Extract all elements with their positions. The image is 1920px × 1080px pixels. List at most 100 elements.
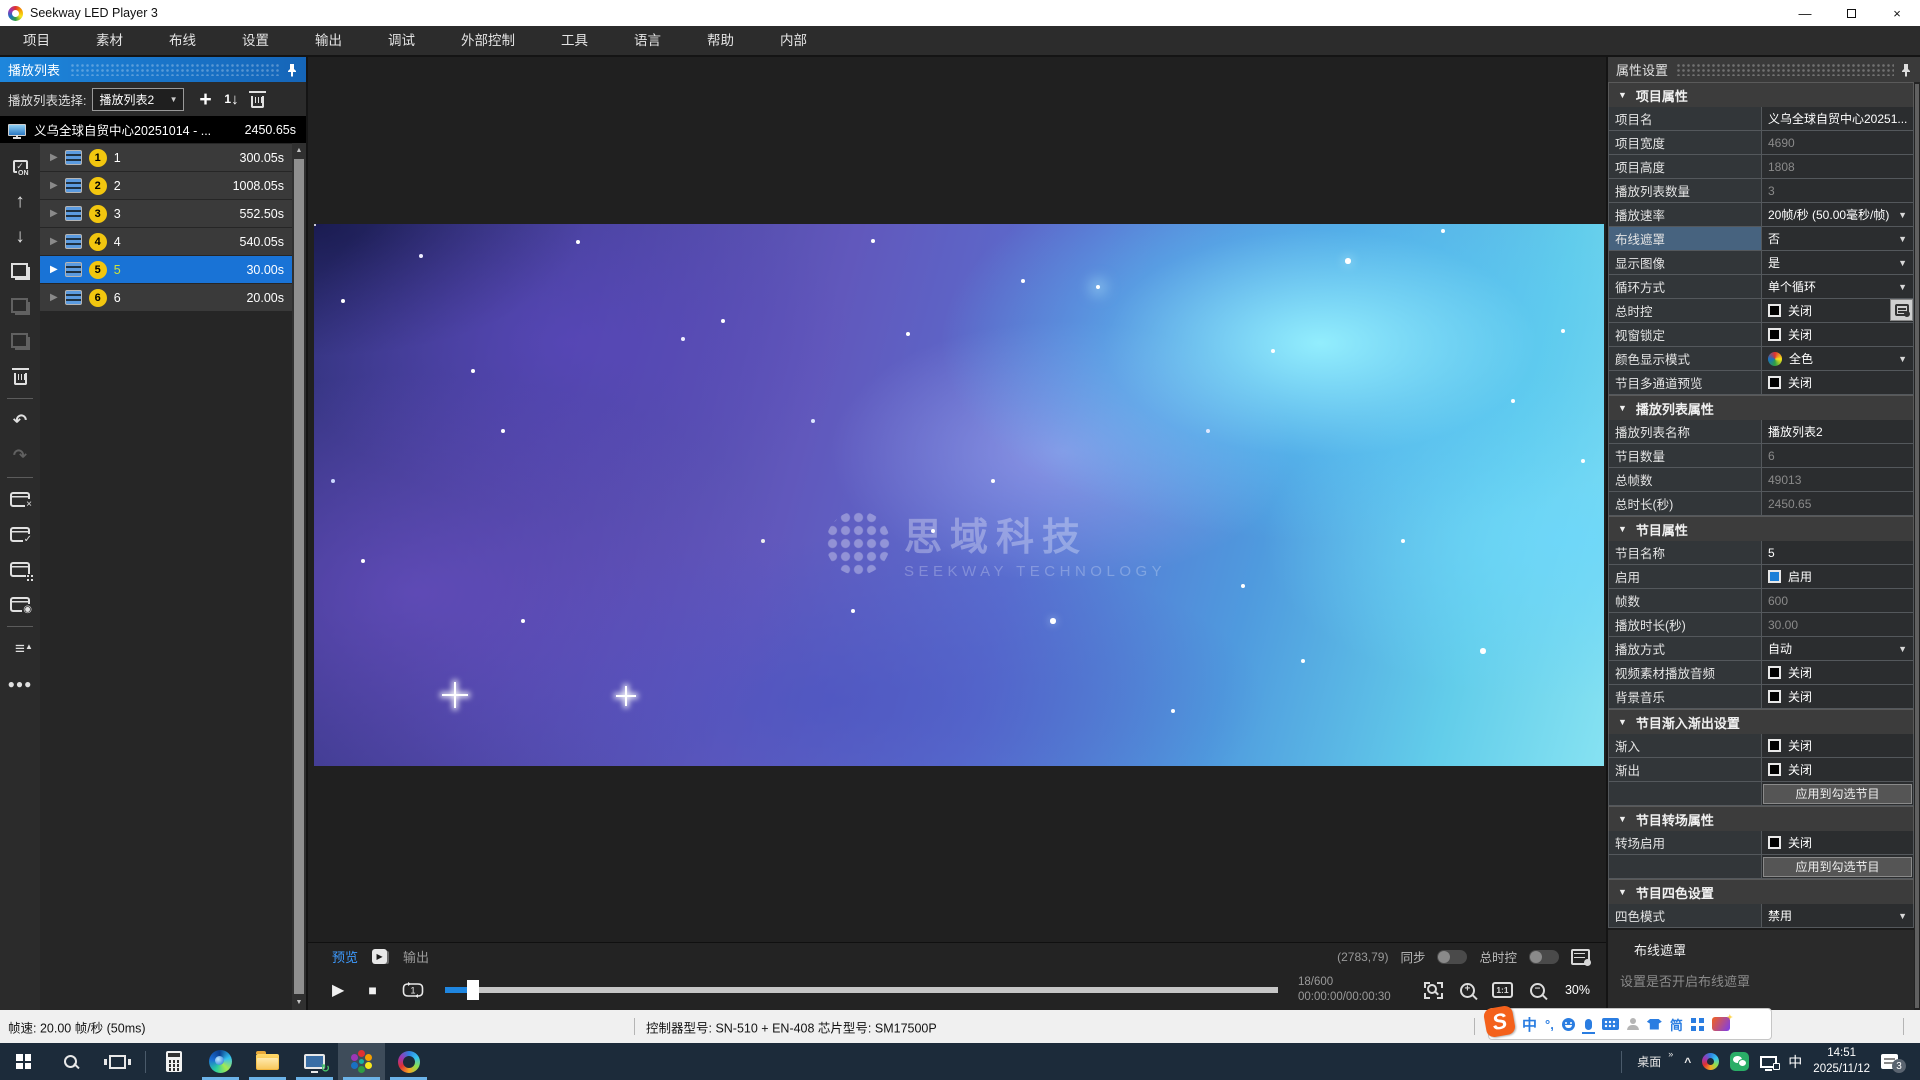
program-preview-button[interactable]: ◉ <box>0 587 40 622</box>
playlist-item[interactable]: ▶5530.00s <box>40 256 292 283</box>
taskbar-app-edge[interactable] <box>197 1043 244 1080</box>
menu-item-8[interactable]: 工具 <box>538 26 611 55</box>
task-view-button[interactable] <box>94 1043 141 1080</box>
checkbox-icon[interactable] <box>1768 690 1781 703</box>
schedule-button[interactable] <box>1890 299 1913 321</box>
stop-button[interactable]: ■ <box>368 982 376 998</box>
sort-playlist-button[interactable]: 1↓ <box>218 86 244 112</box>
ime-toolbox-icon[interactable] <box>1691 1018 1704 1031</box>
taskbar-app-calculator[interactable] <box>150 1043 197 1080</box>
checkbox-icon[interactable] <box>1768 570 1781 583</box>
property-label[interactable]: 总帧数 <box>1608 468 1762 492</box>
property-label[interactable]: 节目数量 <box>1608 444 1762 468</box>
property-label[interactable]: 转场启用 <box>1608 831 1762 855</box>
close-button[interactable]: × <box>1874 0 1920 26</box>
checkbox-icon[interactable] <box>1768 376 1781 389</box>
menu-item-1[interactable]: 项目 <box>0 26 73 55</box>
wechat-icon[interactable] <box>1730 1052 1749 1071</box>
project-row[interactable]: 义乌全球自贸中心20251014 - ... 2450.65s <box>0 116 306 143</box>
zoom-out-icon[interactable]: − <box>1530 983 1545 998</box>
scroll-up-icon[interactable]: ▲ <box>292 143 306 158</box>
property-select[interactable]: 20帧/秒 (50.00毫秒/帧)▼ <box>1762 203 1914 227</box>
apply-to-checked-button[interactable]: 应用到勾选节目 <box>1763 784 1912 804</box>
section-header[interactable]: ▼节目转场属性 <box>1608 806 1914 831</box>
property-value-input[interactable]: 5 <box>1762 541 1914 565</box>
expand-arrow-icon[interactable]: ▶ <box>50 264 58 275</box>
taskbar-lang-indicator[interactable]: 中 <box>1788 1052 1802 1072</box>
property-label[interactable]: 渐出 <box>1608 758 1762 782</box>
taskbar-app-browser[interactable] <box>385 1043 432 1080</box>
taskbar-app-file-explorer[interactable] <box>244 1043 291 1080</box>
menu-item-5[interactable]: 输出 <box>292 26 365 55</box>
property-label[interactable]: 四色模式 <box>1608 904 1762 928</box>
property-checkbox[interactable]: 关闭 <box>1762 371 1914 395</box>
property-checkbox[interactable]: 关闭 <box>1762 685 1914 709</box>
property-label[interactable]: 显示图像 <box>1608 251 1762 275</box>
menu-item-6[interactable]: 调试 <box>365 26 438 55</box>
property-checkbox[interactable]: 关闭 <box>1762 323 1914 347</box>
property-label[interactable]: 播放速率 <box>1608 203 1762 227</box>
sogou-logo-icon[interactable]: S <box>1483 1004 1517 1038</box>
one-to-one-icon[interactable]: 1:1 <box>1492 982 1513 998</box>
program-check-button[interactable]: ✓ <box>0 517 40 552</box>
property-select[interactable]: 否▼ <box>1762 227 1914 251</box>
taskbar-app-remote-desktop[interactable] <box>291 1043 338 1080</box>
checkbox-icon[interactable] <box>1768 836 1781 849</box>
add-playlist-button[interactable]: + <box>192 86 218 112</box>
playlist-item[interactable]: ▶6620.00s <box>40 284 292 311</box>
pin-icon[interactable] <box>1900 63 1912 77</box>
property-select[interactable]: 全色▼ <box>1762 347 1914 371</box>
redo-button[interactable]: ↷ <box>0 438 40 473</box>
account-icon[interactable] <box>1627 1018 1639 1030</box>
section-header[interactable]: ▼节目渐入渐出设置 <box>1608 709 1914 734</box>
move-up-button[interactable]: ↑ <box>0 184 40 219</box>
menu-item-4[interactable]: 设置 <box>219 26 292 55</box>
checkbox-icon[interactable] <box>1768 304 1781 317</box>
property-label[interactable]: 布线遮罩 <box>1608 227 1762 251</box>
overflow-icon[interactable]: » <box>1668 1049 1673 1059</box>
property-label[interactable]: 总时控 <box>1608 299 1762 323</box>
property-label[interactable]: 项目名 <box>1608 107 1762 131</box>
property-select[interactable]: 是▼ <box>1762 251 1914 275</box>
property-label[interactable]: 总时长(秒) <box>1608 492 1762 516</box>
play-button[interactable]: ▶ <box>332 980 344 1000</box>
playlist-item[interactable]: ▶11300.05s <box>40 144 292 171</box>
emoji-icon[interactable] <box>1562 1018 1575 1031</box>
zoom-fit-icon[interactable] <box>1424 982 1443 999</box>
menu-item-9[interactable]: 语言 <box>611 26 684 55</box>
menu-item-10[interactable]: 帮助 <box>684 26 757 55</box>
delete-button[interactable] <box>0 359 40 394</box>
property-checkbox[interactable]: 启用 <box>1762 565 1914 589</box>
scroll-down-icon[interactable]: ▼ <box>292 995 306 1010</box>
expand-arrow-icon[interactable]: ▶ <box>50 236 58 247</box>
tray-app-icon[interactable] <box>1702 1053 1719 1070</box>
ime-punctuation-icon[interactable]: °, <box>1545 1017 1554 1032</box>
property-checkbox[interactable]: 关闭 <box>1762 831 1914 855</box>
minimize-button[interactable]: — <box>1782 0 1828 26</box>
property-label[interactable]: 播放列表数量 <box>1608 179 1762 203</box>
property-label[interactable]: 节目多通道预览 <box>1608 371 1762 395</box>
skin-icon[interactable] <box>1647 1019 1662 1030</box>
property-label[interactable]: 节目名称 <box>1608 541 1762 565</box>
move-down-button[interactable]: ↓ <box>0 219 40 254</box>
property-label[interactable]: 背景音乐 <box>1608 685 1762 709</box>
property-label[interactable]: 颜色显示模式 <box>1608 347 1762 371</box>
program-reorder-button[interactable]: × <box>0 482 40 517</box>
more-button[interactable]: ●●● <box>0 666 40 701</box>
notification-center-icon[interactable]: 3 <box>1881 1054 1898 1069</box>
undo-button[interactable]: ↶ <box>0 403 40 438</box>
menu-item-3[interactable]: 布线 <box>146 26 219 55</box>
checkbox-icon[interactable] <box>1768 328 1781 341</box>
playlist-item[interactable]: ▶44540.05s <box>40 228 292 255</box>
property-checkbox[interactable]: 关闭 <box>1762 758 1914 782</box>
delete-playlist-button[interactable] <box>244 86 270 112</box>
menu-item-7[interactable]: 外部控制 <box>438 26 538 55</box>
menu-item-2[interactable]: 素材 <box>73 26 146 55</box>
property-label[interactable] <box>1608 855 1762 879</box>
playlist-scrollbar[interactable]: ▲ ▼ <box>292 143 306 1010</box>
property-label[interactable]: 视窗锁定 <box>1608 323 1762 347</box>
expand-arrow-icon[interactable]: ▶ <box>50 152 58 163</box>
play-window-icon[interactable]: ▶ <box>372 949 387 964</box>
property-checkbox[interactable]: 关闭 <box>1762 734 1914 758</box>
microphone-icon[interactable] <box>1585 1019 1592 1030</box>
